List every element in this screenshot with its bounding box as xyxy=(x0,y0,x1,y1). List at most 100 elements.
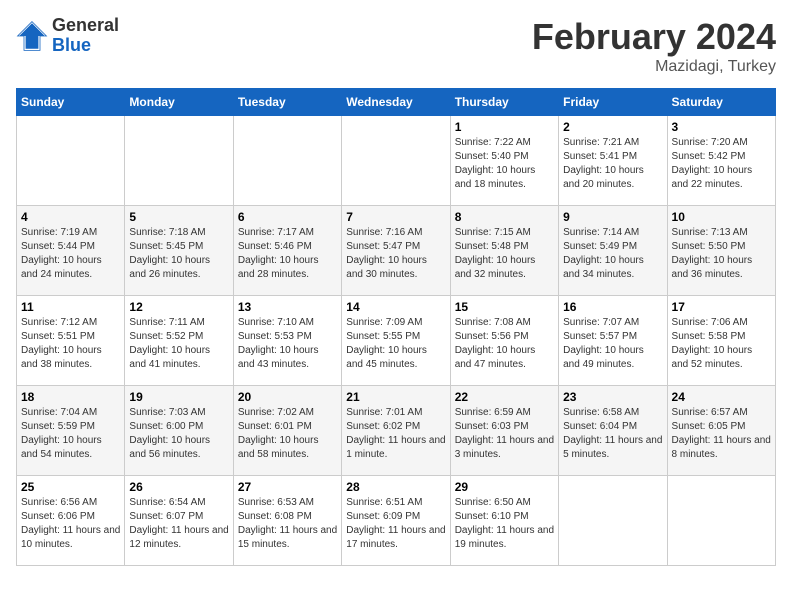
weekday-header: Saturday xyxy=(667,89,775,116)
calendar-week: 4 Sunrise: 7:19 AM Sunset: 5:44 PM Daylig… xyxy=(17,206,776,296)
day-number: 4 xyxy=(21,210,120,224)
calendar-subtitle: Mazidagi, Turkey xyxy=(532,58,776,76)
calendar-cell: 1 Sunrise: 7:22 AM Sunset: 5:40 PM Daylig… xyxy=(450,116,558,206)
day-info: Sunrise: 6:51 AM Sunset: 6:09 PM Dayligh… xyxy=(346,496,445,552)
day-number: 15 xyxy=(455,300,554,314)
calendar-week: 11 Sunrise: 7:12 AM Sunset: 5:51 PM Dayli… xyxy=(17,296,776,386)
day-info: Sunrise: 7:16 AM Sunset: 5:47 PM Dayligh… xyxy=(346,226,445,282)
day-info: Sunrise: 7:17 AM Sunset: 5:46 PM Dayligh… xyxy=(238,226,337,282)
day-info: Sunrise: 6:57 AM Sunset: 6:05 PM Dayligh… xyxy=(672,406,771,462)
calendar-cell xyxy=(667,476,775,566)
day-number: 29 xyxy=(455,480,554,494)
day-number: 9 xyxy=(563,210,662,224)
calendar-table: SundayMondayTuesdayWednesdayThursdayFrid… xyxy=(16,88,776,566)
calendar-cell: 13 Sunrise: 7:10 AM Sunset: 5:53 PM Dayli… xyxy=(233,296,341,386)
calendar-header: SundayMondayTuesdayWednesdayThursdayFrid… xyxy=(17,89,776,116)
day-number: 10 xyxy=(672,210,771,224)
calendar-cell: 26 Sunrise: 6:54 AM Sunset: 6:07 PM Dayli… xyxy=(125,476,233,566)
day-number: 20 xyxy=(238,390,337,404)
page-header: General Blue February 2024 Mazidagi, Tur… xyxy=(16,16,776,76)
day-info: Sunrise: 7:03 AM Sunset: 6:00 PM Dayligh… xyxy=(129,406,228,462)
day-info: Sunrise: 7:08 AM Sunset: 5:56 PM Dayligh… xyxy=(455,316,554,372)
day-info: Sunrise: 7:11 AM Sunset: 5:52 PM Dayligh… xyxy=(129,316,228,372)
logo-blue-text: Blue xyxy=(52,35,91,55)
day-number: 24 xyxy=(672,390,771,404)
day-number: 17 xyxy=(672,300,771,314)
calendar-body: 1 Sunrise: 7:22 AM Sunset: 5:40 PM Daylig… xyxy=(17,116,776,566)
title-block: February 2024 Mazidagi, Turkey xyxy=(532,16,776,76)
day-number: 19 xyxy=(129,390,228,404)
calendar-cell: 27 Sunrise: 6:53 AM Sunset: 6:08 PM Dayli… xyxy=(233,476,341,566)
day-number: 27 xyxy=(238,480,337,494)
day-info: Sunrise: 7:09 AM Sunset: 5:55 PM Dayligh… xyxy=(346,316,445,372)
calendar-cell: 10 Sunrise: 7:13 AM Sunset: 5:50 PM Dayli… xyxy=(667,206,775,296)
weekday-header: Wednesday xyxy=(342,89,450,116)
day-number: 11 xyxy=(21,300,120,314)
calendar-cell xyxy=(233,116,341,206)
day-info: Sunrise: 7:07 AM Sunset: 5:57 PM Dayligh… xyxy=(563,316,662,372)
day-number: 6 xyxy=(238,210,337,224)
day-info: Sunrise: 7:06 AM Sunset: 5:58 PM Dayligh… xyxy=(672,316,771,372)
logo: General Blue xyxy=(16,16,119,56)
calendar-week: 1 Sunrise: 7:22 AM Sunset: 5:40 PM Daylig… xyxy=(17,116,776,206)
day-info: Sunrise: 7:10 AM Sunset: 5:53 PM Dayligh… xyxy=(238,316,337,372)
calendar-cell: 4 Sunrise: 7:19 AM Sunset: 5:44 PM Daylig… xyxy=(17,206,125,296)
calendar-cell: 18Sunrise: 7:04 AM Sunset: 5:59 PM Dayli… xyxy=(17,386,125,476)
calendar-cell xyxy=(17,116,125,206)
day-info: Sunrise: 6:53 AM Sunset: 6:08 PM Dayligh… xyxy=(238,496,337,552)
day-info: Sunrise: 6:59 AM Sunset: 6:03 PM Dayligh… xyxy=(455,406,554,462)
calendar-cell: 24 Sunrise: 6:57 AM Sunset: 6:05 PM Dayli… xyxy=(667,386,775,476)
day-number: 22 xyxy=(455,390,554,404)
calendar-cell: 29Sunrise: 6:50 AM Sunset: 6:10 PM Dayli… xyxy=(450,476,558,566)
weekday-header: Friday xyxy=(559,89,667,116)
logo-general-text: General xyxy=(52,15,119,35)
calendar-cell: 7Sunrise: 7:16 AM Sunset: 5:47 PM Daylig… xyxy=(342,206,450,296)
day-info: Sunrise: 7:14 AM Sunset: 5:49 PM Dayligh… xyxy=(563,226,662,282)
day-number: 21 xyxy=(346,390,445,404)
day-info: Sunrise: 7:15 AM Sunset: 5:48 PM Dayligh… xyxy=(455,226,554,282)
day-info: Sunrise: 7:13 AM Sunset: 5:50 PM Dayligh… xyxy=(672,226,771,282)
calendar-cell: 5 Sunrise: 7:18 AM Sunset: 5:45 PM Daylig… xyxy=(125,206,233,296)
calendar-cell: 12Sunrise: 7:11 AM Sunset: 5:52 PM Dayli… xyxy=(125,296,233,386)
day-info: Sunrise: 7:22 AM Sunset: 5:40 PM Dayligh… xyxy=(455,136,554,192)
day-number: 16 xyxy=(563,300,662,314)
calendar-title: February 2024 xyxy=(532,16,776,58)
calendar-cell: 9 Sunrise: 7:14 AM Sunset: 5:49 PM Daylig… xyxy=(559,206,667,296)
day-number: 5 xyxy=(129,210,228,224)
calendar-cell: 11 Sunrise: 7:12 AM Sunset: 5:51 PM Dayli… xyxy=(17,296,125,386)
day-info: Sunrise: 6:58 AM Sunset: 6:04 PM Dayligh… xyxy=(563,406,662,462)
calendar-cell: 17 Sunrise: 7:06 AM Sunset: 5:58 PM Dayli… xyxy=(667,296,775,386)
calendar-cell: 20 Sunrise: 7:02 AM Sunset: 6:01 PM Dayli… xyxy=(233,386,341,476)
day-number: 14 xyxy=(346,300,445,314)
weekday-header: Thursday xyxy=(450,89,558,116)
calendar-cell: 16 Sunrise: 7:07 AM Sunset: 5:57 PM Dayli… xyxy=(559,296,667,386)
day-info: Sunrise: 6:56 AM Sunset: 6:06 PM Dayligh… xyxy=(21,496,120,552)
day-number: 26 xyxy=(129,480,228,494)
day-number: 28 xyxy=(346,480,445,494)
calendar-cell: 19 Sunrise: 7:03 AM Sunset: 6:00 PM Dayli… xyxy=(125,386,233,476)
day-number: 3 xyxy=(672,120,771,134)
day-info: Sunrise: 7:19 AM Sunset: 5:44 PM Dayligh… xyxy=(21,226,120,282)
day-info: Sunrise: 7:12 AM Sunset: 5:51 PM Dayligh… xyxy=(21,316,120,372)
calendar-cell xyxy=(125,116,233,206)
calendar-week: 18Sunrise: 7:04 AM Sunset: 5:59 PM Dayli… xyxy=(17,386,776,476)
calendar-cell: 15 Sunrise: 7:08 AM Sunset: 5:56 PM Dayli… xyxy=(450,296,558,386)
calendar-cell: 8 Sunrise: 7:15 AM Sunset: 5:48 PM Daylig… xyxy=(450,206,558,296)
day-info: Sunrise: 7:20 AM Sunset: 5:42 PM Dayligh… xyxy=(672,136,771,192)
day-number: 13 xyxy=(238,300,337,314)
weekday-header: Sunday xyxy=(17,89,125,116)
calendar-cell: 23Sunrise: 6:58 AM Sunset: 6:04 PM Dayli… xyxy=(559,386,667,476)
calendar-cell: 25 Sunrise: 6:56 AM Sunset: 6:06 PM Dayli… xyxy=(17,476,125,566)
day-number: 8 xyxy=(455,210,554,224)
day-info: Sunrise: 7:01 AM Sunset: 6:02 PM Dayligh… xyxy=(346,406,445,462)
calendar-cell: 21 Sunrise: 7:01 AM Sunset: 6:02 PM Dayli… xyxy=(342,386,450,476)
day-number: 1 xyxy=(455,120,554,134)
day-number: 18 xyxy=(21,390,120,404)
day-info: Sunrise: 7:18 AM Sunset: 5:45 PM Dayligh… xyxy=(129,226,228,282)
calendar-cell: 6 Sunrise: 7:17 AM Sunset: 5:46 PM Daylig… xyxy=(233,206,341,296)
calendar-cell: 28 Sunrise: 6:51 AM Sunset: 6:09 PM Dayli… xyxy=(342,476,450,566)
day-info: Sunrise: 6:54 AM Sunset: 6:07 PM Dayligh… xyxy=(129,496,228,552)
calendar-cell: 14 Sunrise: 7:09 AM Sunset: 5:55 PM Dayli… xyxy=(342,296,450,386)
day-number: 25 xyxy=(21,480,120,494)
day-info: Sunrise: 7:02 AM Sunset: 6:01 PM Dayligh… xyxy=(238,406,337,462)
